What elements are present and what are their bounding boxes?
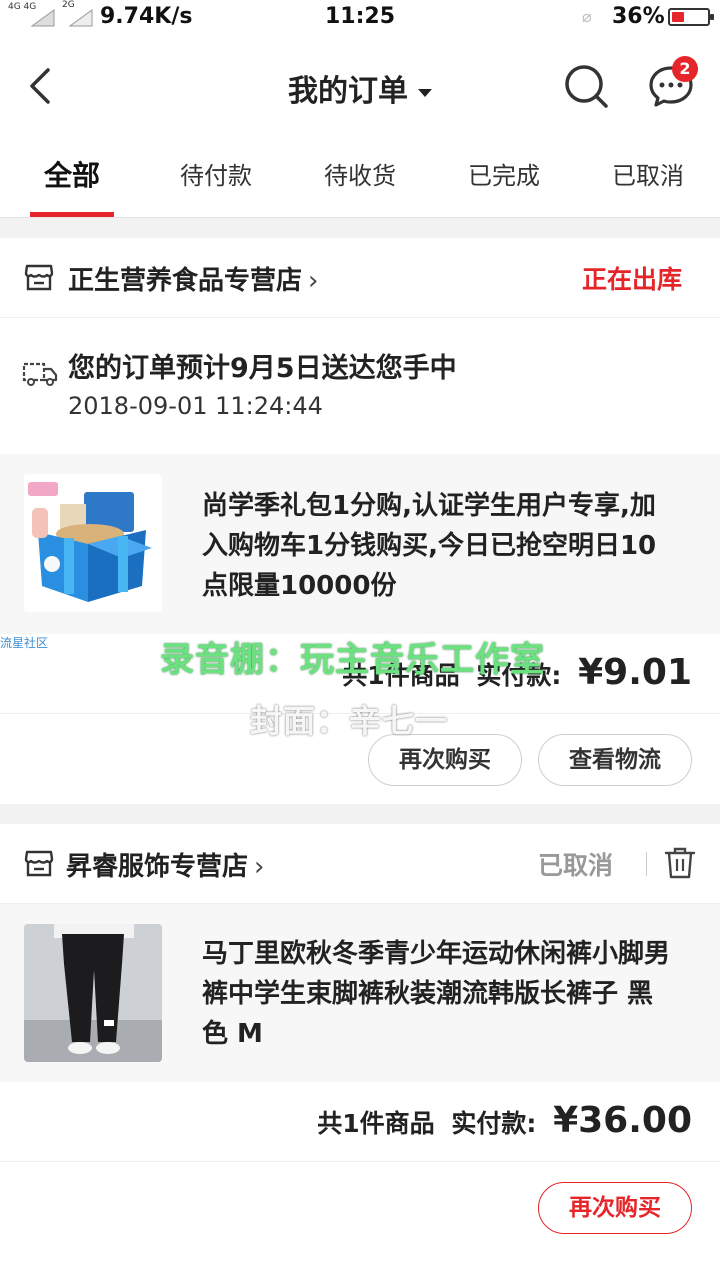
buy-again-button[interactable]: 再次购买	[538, 1182, 692, 1234]
battery-percent: 36%	[612, 4, 665, 29]
gift-box-image	[24, 474, 162, 612]
tab-pending-receipt[interactable]: 待收货	[288, 136, 432, 218]
shop-name[interactable]: 昇睿服饰专营店 ›	[66, 846, 264, 883]
divider	[646, 852, 647, 876]
view-logistics-button[interactable]: 查看物流	[538, 734, 692, 786]
pants-image	[24, 924, 162, 1062]
dropdown-caret-icon	[418, 88, 432, 97]
delivery-info[interactable]: 您的订单预计9月5日送达您手中 2018-09-01 11:24:44	[0, 318, 720, 452]
order-summary: 共1件商品 实付款: ¥36.00	[0, 1082, 720, 1162]
tab-all[interactable]: 全部	[0, 136, 144, 218]
watermark-cover: 封面：辛七一	[250, 702, 449, 740]
page-title[interactable]: 我的订单	[0, 66, 720, 110]
product-title: 尚学季礼包1分购,认证学生用户专享,加入购物车1分钱购买,今日已抢空明日10点限…	[202, 491, 657, 601]
product-image[interactable]	[24, 474, 162, 612]
trash-icon[interactable]	[664, 846, 696, 880]
page-title-text: 我的订单	[288, 74, 408, 109]
delivery-estimate: 您的订单预计9月5日送达您手中	[68, 353, 457, 384]
search-icon[interactable]	[562, 62, 610, 110]
chevron-right-icon: ›	[254, 852, 265, 882]
truck-icon	[22, 362, 58, 386]
store-icon	[24, 264, 54, 291]
tab-pending-payment[interactable]: 待付款	[144, 136, 288, 218]
chevron-right-icon: ›	[308, 266, 319, 296]
battery-fill	[672, 12, 684, 22]
message-badge: 2	[672, 56, 698, 82]
order-timestamp: 2018-09-01 11:24:44	[68, 392, 323, 420]
shop-name[interactable]: 正生营养食品专营店 ›	[68, 260, 318, 297]
top-nav-bar: 我的订单 2	[0, 36, 720, 136]
order-status: 已取消	[538, 851, 614, 880]
order-card: 昇睿服饰专营店 › 已取消 马丁里欧秋冬季青少年运动休闲裤小脚男裤中学生束脚裤秋装…	[0, 824, 720, 1280]
active-tab-indicator	[30, 212, 114, 217]
mute-icon: ⌀	[582, 7, 592, 26]
paid-amount: ¥36.00	[553, 1100, 692, 1141]
product-title: 马丁里欧秋冬季青少年运动休闲裤小脚男裤中学生束脚裤秋装潮流韩版长裤子 黑色 M	[202, 939, 671, 1049]
shop-header[interactable]: 昇睿服饰专营店 › 已取消	[0, 824, 720, 904]
product-image[interactable]	[24, 924, 162, 1062]
paid-amount: ¥9.01	[578, 652, 692, 693]
tab-cancelled[interactable]: 已取消	[576, 136, 720, 218]
battery-icon	[668, 8, 714, 26]
shop-name-text: 昇睿服饰专营店	[66, 852, 249, 882]
tab-completed[interactable]: 已完成	[432, 136, 576, 218]
order-tabs: 全部 待付款 待收货 已完成 已取消	[0, 136, 720, 218]
product-row[interactable]: 马丁里欧秋冬季青少年运动休闲裤小脚男裤中学生束脚裤秋装潮流韩版长裤子 黑色 M	[0, 904, 720, 1082]
paid-label: 实付款:	[451, 1109, 537, 1138]
item-count: 共1件商品	[317, 1109, 435, 1138]
product-row[interactable]: 尚学季礼包1分购,认证学生用户专享,加入购物车1分钱购买,今日已抢空明日10点限…	[0, 454, 720, 634]
shop-name-text: 正生营养食品专营店	[68, 266, 303, 296]
order-status: 正在出库	[582, 265, 683, 294]
shop-header[interactable]: 正生营养食品专营店 › 正在出库	[0, 238, 720, 318]
order-total: 共1件商品 实付款: ¥36.00	[317, 1100, 692, 1141]
store-icon	[24, 850, 54, 877]
watermark-studio: 录音棚：玩主音乐工作室	[160, 640, 545, 680]
status-bar: 4G 4G 2G 9.74K/s 11:25 ⌀ 36%	[0, 0, 720, 36]
